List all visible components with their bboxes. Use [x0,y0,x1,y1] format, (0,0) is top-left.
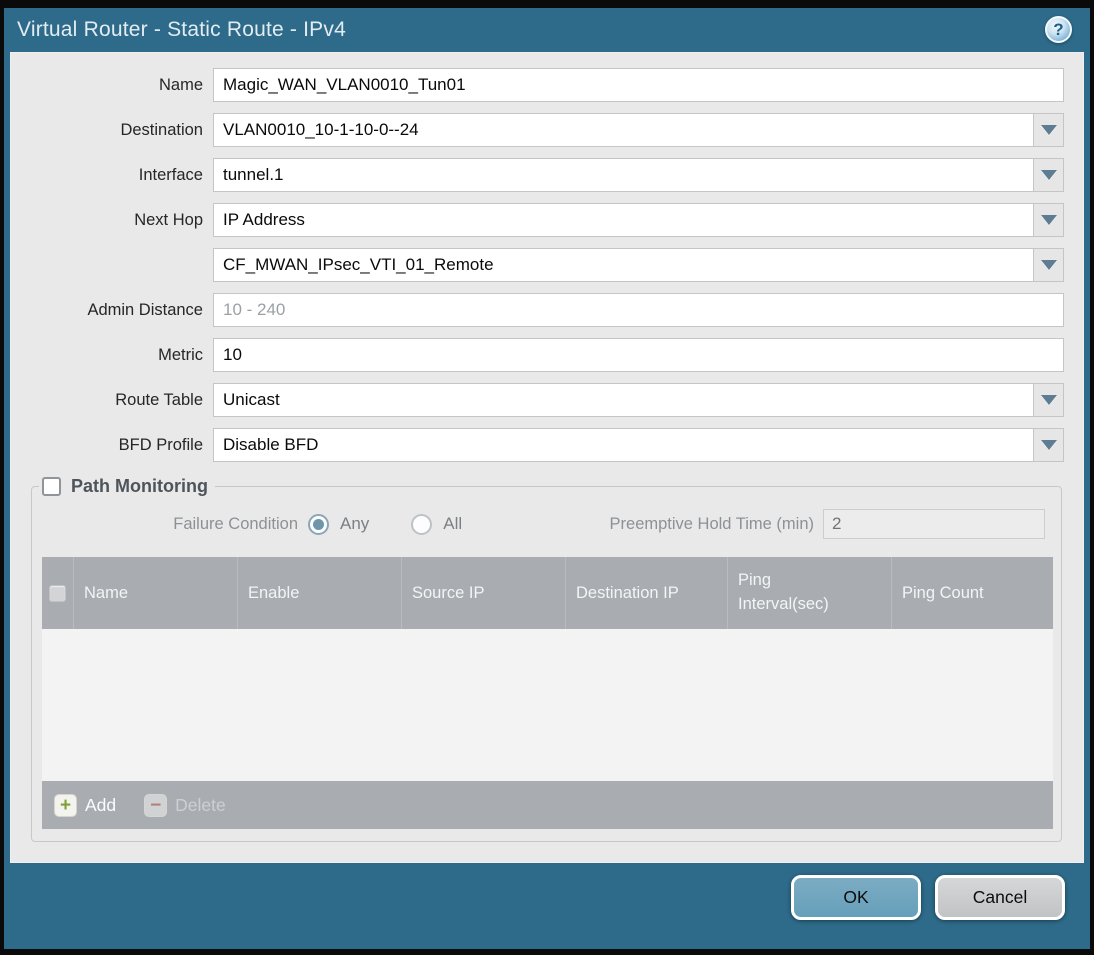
preemptive-hold-time-input [823,509,1045,539]
column-header-enable: Enable [238,557,402,629]
static-route-dialog: Virtual Router - Static Route - IPv4 ? N… [4,8,1090,949]
table-body-empty [42,629,1053,781]
failure-all-radio[interactable] [411,513,433,535]
failure-condition-label: Failure Condition [173,514,298,533]
admin-distance-row: Admin Distance [11,293,1083,327]
header-checkbox-cell [42,557,74,629]
select-all-checkbox[interactable] [49,584,66,602]
radio-dot [313,518,324,530]
destination-select[interactable] [213,113,1064,147]
help-glyph: ? [1053,19,1064,39]
chevron-down-icon [1040,260,1057,270]
dialog-title: Virtual Router - Static Route - IPv4 [17,18,346,41]
add-button-label: Add [85,794,117,815]
name-input[interactable] [213,68,1064,102]
admin-distance-input[interactable] [213,293,1064,327]
route-table-field [213,383,1064,417]
path-monitoring-title: Path Monitoring [71,476,208,496]
ok-button[interactable]: OK [791,875,921,920]
failure-condition-row: Failure Condition Any All Preemptive Hol… [32,509,1061,539]
next-hop-address-dropdown-button[interactable] [1033,248,1064,282]
name-row: Name [11,68,1083,102]
destination-row: Destination [11,113,1083,147]
delete-button[interactable]: − Delete [144,793,226,817]
next-hop-type-dropdown-button[interactable] [1033,203,1064,237]
bfd-profile-field [213,428,1064,462]
destination-field [213,113,1064,147]
next-hop-row: Next Hop [11,203,1083,237]
column-header-ping-interval: Ping Interval(sec) [728,557,892,629]
next-hop-address-row [11,248,1083,282]
table-header: Name Enable Source IP Destination IP Pin… [42,557,1053,629]
destination-label: Destination [120,120,203,139]
route-table-select[interactable] [213,383,1064,417]
route-table-row: Route Table [11,383,1083,417]
next-hop-type-select[interactable] [213,203,1064,237]
column-header-source-ip: Source IP [402,557,566,629]
help-icon[interactable]: ? [1045,16,1072,43]
chevron-down-icon [1040,440,1057,450]
name-label: Name [158,75,203,94]
bfd-profile-dropdown-button[interactable] [1033,428,1064,462]
interface-field [213,158,1064,192]
chevron-down-icon [1040,395,1057,405]
add-button[interactable]: + Add [54,793,117,817]
failure-any-label: Any [340,514,370,533]
path-monitoring-checkbox[interactable] [42,477,61,496]
path-monitoring-section: Path Monitoring Failure Condition Any Al… [31,476,1062,842]
bfd-profile-label: BFD Profile [118,435,203,454]
next-hop-label: Next Hop [134,210,203,229]
route-table-label: Route Table [115,390,203,409]
admin-distance-label: Admin Distance [87,300,203,319]
admin-distance-field [213,293,1064,327]
dialog-titlebar: Virtual Router - Static Route - IPv4 ? [4,8,1090,52]
destination-dropdown-button[interactable] [1033,113,1064,147]
name-field [213,68,1064,102]
interface-dropdown-button[interactable] [1033,158,1064,192]
plus-icon: + [54,793,77,817]
metric-label: Metric [158,345,203,364]
metric-field [213,338,1064,372]
chevron-down-icon [1040,170,1057,180]
path-monitoring-table: Name Enable Source IP Destination IP Pin… [42,557,1053,829]
cancel-button[interactable]: Cancel [935,875,1065,920]
table-footer: + Add − Delete [42,781,1053,829]
column-header-destination-ip: Destination IP [566,557,728,629]
column-header-name: Name [74,557,238,629]
interface-row: Interface [11,158,1083,192]
preemptive-hold-time-label: Preemptive Hold Time (min) [609,514,814,533]
column-header-ping-count: Ping Count [902,583,984,602]
delete-button-label: Delete [175,794,226,815]
path-monitoring-legend: Path Monitoring [39,476,215,497]
screen: Virtual Router - Static Route - IPv4 ? N… [0,0,1094,955]
next-hop-address-select[interactable] [213,248,1064,282]
minus-icon: − [144,793,168,817]
dialog-action-bar: OK Cancel [4,863,1090,949]
failure-all-label: All [443,514,463,533]
bfd-profile-select[interactable] [213,428,1064,462]
next-hop-type-field [213,203,1064,237]
failure-any-radio[interactable] [308,513,329,535]
chevron-down-icon [1040,215,1057,225]
next-hop-address-field [213,248,1064,282]
interface-select[interactable] [213,158,1064,192]
chevron-down-icon [1040,125,1057,135]
metric-row: Metric [11,338,1083,372]
route-table-dropdown-button[interactable] [1033,383,1064,417]
bfd-profile-row: BFD Profile [11,428,1083,462]
form-panel: Name Destination Interface [10,52,1084,863]
metric-input[interactable] [213,338,1064,372]
interface-label: Interface [138,165,203,184]
